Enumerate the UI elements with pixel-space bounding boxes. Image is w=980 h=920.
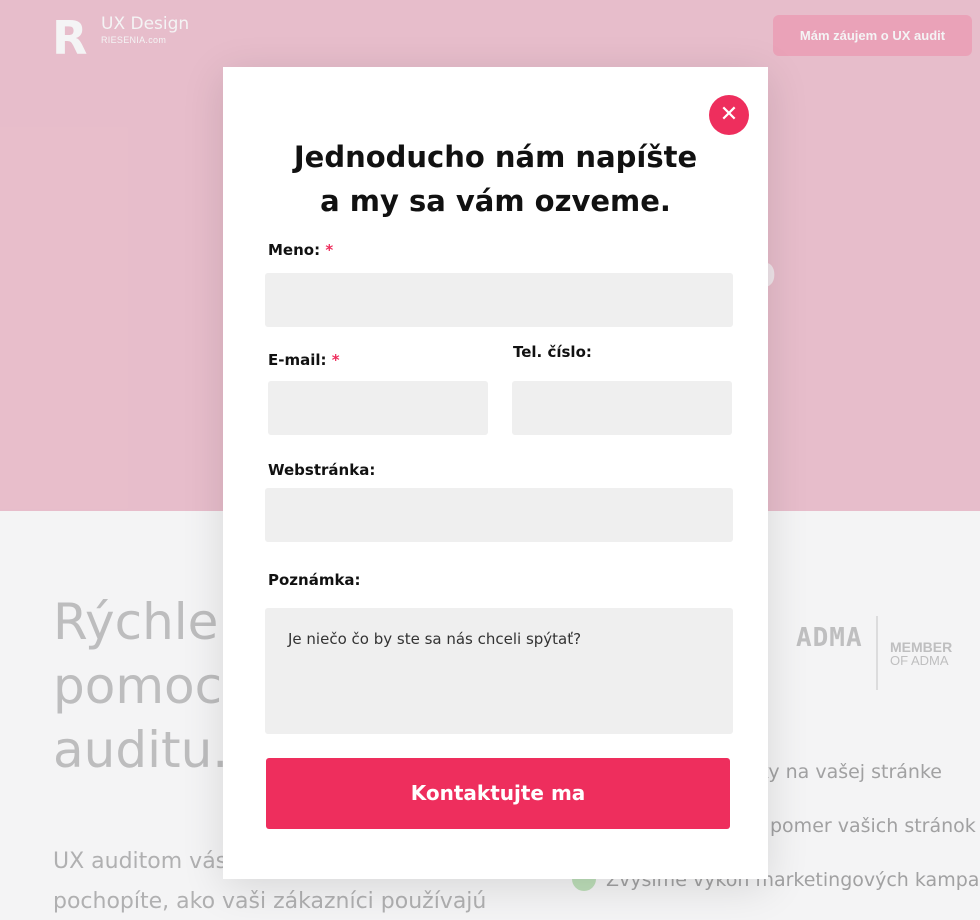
email-field[interactable]: [268, 381, 488, 435]
required-mark: *: [331, 351, 340, 369]
name-field[interactable]: [265, 273, 733, 327]
contact-modal: ✕ Jednoducho nám napíšte a my sa vám ozv…: [223, 67, 768, 879]
name-label: Meno: *: [268, 241, 333, 259]
required-mark: *: [325, 241, 334, 259]
email-label: E-mail: *: [268, 351, 340, 369]
note-label: Poznámka:: [268, 571, 361, 589]
heading-line: Jednoducho nám napíšte: [293, 140, 698, 174]
close-icon[interactable]: ✕: [709, 95, 749, 135]
heading-line: a my sa vám ozveme.: [320, 184, 671, 218]
email-label-text: E-mail:: [268, 351, 327, 369]
website-field[interactable]: [265, 488, 733, 542]
phone-field[interactable]: [512, 381, 732, 435]
website-label: Webstránka:: [268, 461, 376, 479]
phone-label: Tel. číslo:: [513, 343, 592, 361]
note-textarea[interactable]: Je niečo čo by ste sa nás chceli spýtať?: [265, 608, 733, 734]
modal-heading: Jednoducho nám napíšte a my sa vám ozvem…: [223, 135, 768, 223]
contact-submit-button[interactable]: Kontaktujte ma: [266, 758, 730, 829]
name-label-text: Meno:: [268, 241, 321, 259]
